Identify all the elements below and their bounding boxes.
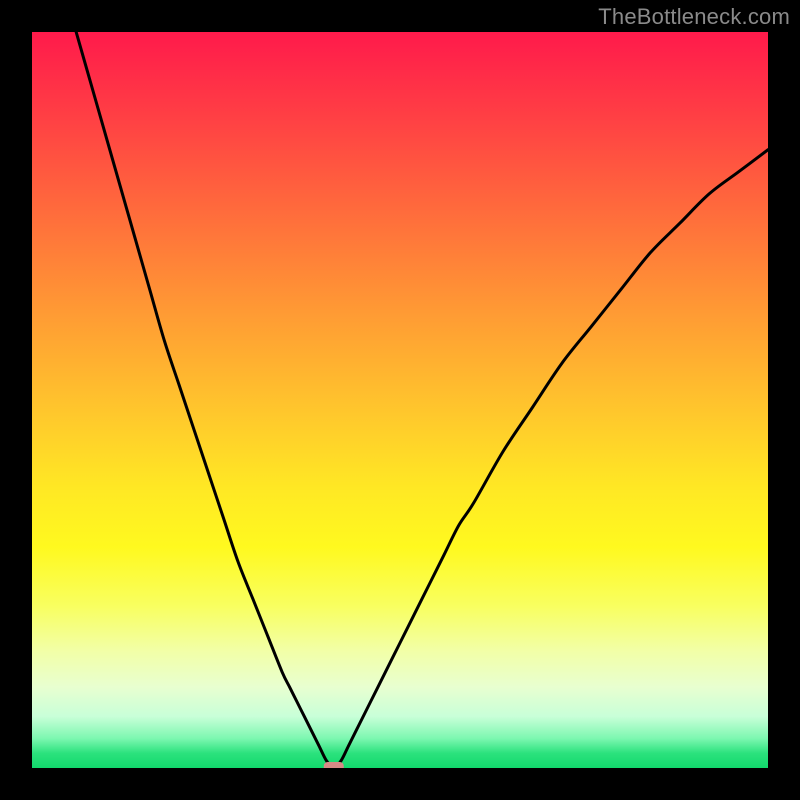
curve-layer — [32, 32, 768, 768]
chart-frame: TheBottleneck.com — [0, 0, 800, 800]
bottleneck-curve — [76, 32, 768, 768]
minimum-marker — [324, 762, 344, 768]
plot-area — [32, 32, 768, 768]
watermark-text: TheBottleneck.com — [598, 4, 790, 30]
